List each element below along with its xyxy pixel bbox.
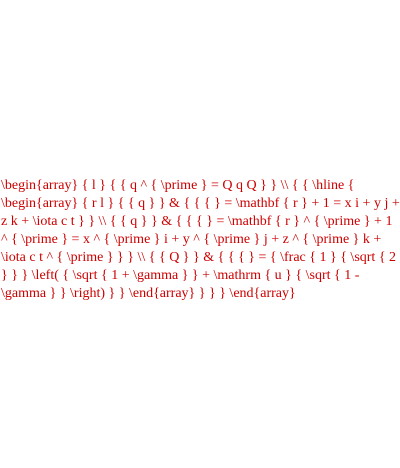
latex-source-text: \begin{array} { l } { { q ^ { \prime } =…: [1, 178, 400, 301]
